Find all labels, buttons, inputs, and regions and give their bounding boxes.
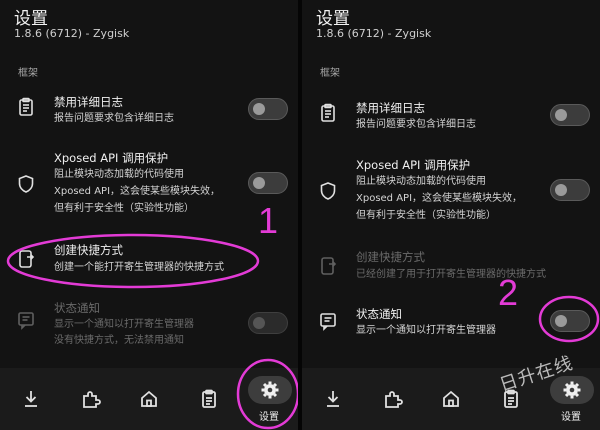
- download-icon[interactable]: [322, 388, 344, 410]
- setting-desc-line2: Xposed API，这会使某些模块失效，: [54, 186, 221, 197]
- notification-icon: [16, 310, 36, 330]
- section-header-framework: 框架: [18, 68, 38, 79]
- setting-desc-line2: 没有快捷方式，无法禁用通知: [54, 335, 184, 346]
- setting-desc-line3: 但有利于安全性（实验性功能）: [356, 210, 496, 221]
- setting-label: 禁用详细日志: [356, 101, 425, 115]
- status-notification-toggle: [248, 312, 288, 334]
- toggle-knob: [555, 315, 567, 327]
- annotation-number-2: 2: [498, 272, 519, 313]
- toggle-knob: [555, 109, 567, 121]
- setting-label: Xposed API 调用保护: [356, 158, 471, 172]
- xposed-protection-toggle[interactable]: [550, 179, 590, 201]
- version-subtitle: 1.8.6 (6712) - Zygisk: [14, 27, 130, 40]
- setting-create-shortcut: 创建快捷方式 已经创建了用于打开寄生管理器的快捷方式: [302, 247, 600, 283]
- setting-label: Xposed API 调用保护: [54, 151, 169, 165]
- setting-desc-line3: 但有利于安全性（实验性功能）: [54, 203, 194, 214]
- clipboard-icon: [318, 103, 338, 123]
- setting-desc: 显示一个通知以打开寄生管理器: [356, 325, 496, 336]
- bottom-navigation: 设置: [0, 368, 298, 430]
- gear-icon: [261, 381, 279, 399]
- nav-settings[interactable]: [550, 376, 594, 404]
- setting-desc-line1: 阻止模块动态加载的代码使用: [356, 176, 486, 187]
- settings-panel-left: 设置 1.8.6 (6712) - Zygisk 框架 禁用详细日志 报告问题要…: [0, 0, 298, 430]
- page-title: 设置: [14, 9, 48, 29]
- shield-icon: [16, 174, 36, 194]
- setting-desc-line2: Xposed API，这会使某些模块失效，: [356, 193, 523, 204]
- setting-disable-verbose-log[interactable]: 禁用详细日志 报告问题要求包含详细日志: [302, 98, 600, 138]
- status-notification-toggle[interactable]: [550, 310, 590, 332]
- version-subtitle: 1.8.6 (6712) - Zygisk: [316, 27, 432, 40]
- setting-label: 禁用详细日志: [54, 95, 123, 109]
- setting-status-notification: 状态通知 显示一个通知以打开寄生管理器 没有快捷方式，无法禁用通知: [0, 298, 298, 348]
- verbose-log-toggle[interactable]: [550, 104, 590, 126]
- home-icon[interactable]: [138, 388, 160, 410]
- toggle-knob: [253, 103, 265, 115]
- gear-icon: [563, 381, 581, 399]
- setting-label: 创建快捷方式: [356, 250, 425, 264]
- setting-label: 创建快捷方式: [54, 243, 123, 257]
- notification-icon: [318, 311, 338, 331]
- setting-xposed-api-protection[interactable]: Xposed API 调用保护 阻止模块动态加载的代码使用 Xposed API…: [0, 148, 298, 220]
- download-icon[interactable]: [20, 388, 42, 410]
- setting-desc: 创建一个能打开寄生管理器的快捷方式: [54, 262, 224, 273]
- setting-xposed-api-protection[interactable]: Xposed API 调用保护 阻止模块动态加载的代码使用 Xposed API…: [302, 155, 600, 227]
- shortcut-icon: [16, 249, 36, 269]
- verbose-log-toggle[interactable]: [248, 98, 288, 120]
- setting-desc: 报告问题要求包含详细日志: [54, 113, 174, 124]
- home-icon[interactable]: [440, 388, 462, 410]
- toggle-knob: [253, 317, 265, 329]
- setting-label: 状态通知: [356, 307, 402, 321]
- setting-desc: 报告问题要求包含详细日志: [356, 119, 476, 130]
- xposed-protection-toggle[interactable]: [248, 172, 288, 194]
- page-title: 设置: [316, 9, 350, 29]
- setting-status-notification[interactable]: 状态通知 显示一个通知以打开寄生管理器: [302, 304, 600, 344]
- shield-icon: [318, 181, 338, 201]
- shortcut-icon: [318, 256, 338, 276]
- nav-settings-label: 设置: [561, 412, 581, 423]
- toggle-knob: [253, 177, 265, 189]
- setting-disable-verbose-log[interactable]: 禁用详细日志 报告问题要求包含详细日志: [0, 92, 298, 132]
- puzzle-icon[interactable]: [80, 388, 102, 410]
- setting-desc-line1: 阻止模块动态加载的代码使用: [54, 169, 184, 180]
- nav-settings[interactable]: [248, 376, 292, 404]
- annotation-number-1: 1: [258, 200, 279, 241]
- section-header-framework: 框架: [320, 68, 340, 79]
- log-icon[interactable]: [198, 388, 220, 410]
- setting-desc-line1: 显示一个通知以打开寄生管理器: [54, 319, 194, 330]
- setting-create-shortcut[interactable]: 创建快捷方式 创建一个能打开寄生管理器的快捷方式: [0, 240, 298, 276]
- puzzle-icon[interactable]: [382, 388, 404, 410]
- toggle-knob: [555, 184, 567, 196]
- setting-label: 状态通知: [54, 301, 100, 315]
- clipboard-icon: [16, 97, 36, 117]
- nav-settings-label: 设置: [259, 412, 279, 423]
